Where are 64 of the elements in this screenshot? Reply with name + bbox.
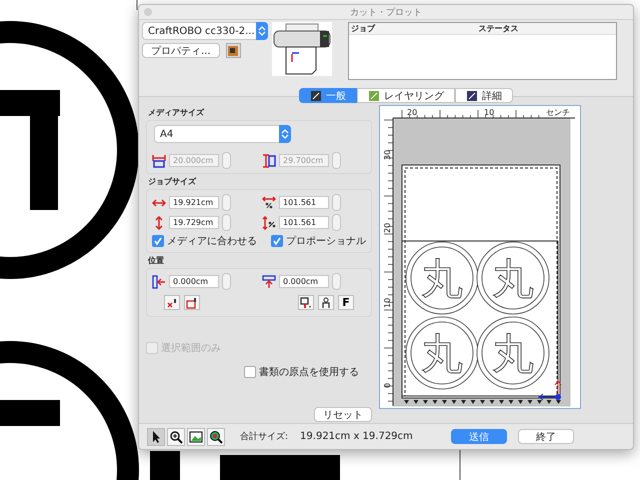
column-header[interactable]: ジョブ [349,23,411,34]
ruler-unit: センチ [546,108,570,117]
reset-button[interactable]: リセット [314,407,372,422]
job-width-field[interactable]: 19.921cm [169,196,219,209]
cut-design-drawing: 丸 [406,316,478,390]
media-width-icon [152,154,166,168]
checkbox-label: 書類の原点を使用する [259,366,359,379]
checkbox-option[interactable]: メディアに合わせる [152,234,257,248]
frame-pen-icon[interactable] [298,295,314,310]
horizontal-scale-icon [262,196,276,210]
checkbox-label: メディアに合わせる [167,235,257,248]
tab[interactable]: レイヤリング [357,88,455,103]
x-position-field[interactable]: 0.000cm [169,275,219,288]
checkbox-label: プロポーショナル [286,234,366,248]
pointer-icon[interactable] [147,428,165,446]
top-offset-icon [262,274,276,288]
image-settings-icon[interactable] [226,43,241,58]
ruler-label: 20 [407,108,418,117]
media-height-icon [262,154,276,168]
origin-mark-icon[interactable] [164,295,180,310]
vertical-scale-field[interactable]: 101.561 [279,216,329,229]
pen-tool-icon[interactable] [318,295,334,310]
total-size-value: 19.921cm x 19.729cm [300,431,413,442]
ruler-label: 10 [484,108,494,117]
ruler-label: 30 [383,150,392,160]
printer-select[interactable]: CraftROBO cc330-2... [142,22,268,40]
picture-icon[interactable] [187,428,205,446]
checkbox-option[interactable]: 書類の原点を使用する [244,365,372,379]
window-title: カット・プロット [350,6,422,18]
checkbox[interactable] [152,235,164,247]
total-size-label: 合計サイズ: [240,430,288,443]
properties-button[interactable]: プロパティ... [142,43,220,58]
section-heading: 位置 [148,255,165,266]
close-button[interactable]: 終了 [518,429,574,444]
zoom-icon[interactable] [167,428,185,446]
dropdown-stepper-icon [279,125,291,143]
pencil-square-icon [368,90,380,102]
ruler-label: 0 [383,382,392,388]
y-position-field[interactable]: 0.000cm [279,275,329,288]
frame-corner-icon[interactable] [184,295,200,310]
section-heading: ジョブサイズ [148,176,198,187]
checkbox-option[interactable]: プロポーショナル [271,234,366,248]
origin-axes-drawing [538,380,562,400]
pencil-square-icon [466,90,478,102]
checkbox-label: 選択範囲のみ [161,342,221,355]
vertical-scale-icon [262,216,276,230]
cut-design-drawing: 丸 [406,242,478,314]
section-heading: メディアサイズ [148,107,206,118]
checkbox[interactable] [244,366,256,378]
pencil-square-icon [310,90,322,102]
ruler-label: 20 [383,222,392,233]
job-height-field[interactable]: 19.729cm [169,216,219,229]
ruler-label: 10 [383,298,392,308]
zoom-fit-icon[interactable] [207,428,225,446]
plotter-drawing [272,22,332,76]
checkbox[interactable] [271,235,283,247]
left-offset-icon [152,274,166,288]
f-button[interactable]: F [338,295,354,310]
dropdown-stepper-icon [256,22,268,40]
column-header[interactable]: ステータス [411,23,616,34]
cut-design-drawing: 丸 [476,242,550,314]
tab[interactable]: 詳細 [455,88,513,103]
cut-design-drawing: 丸 [476,316,550,390]
horizontal-scale-field[interactable]: 101.561 [279,196,329,209]
